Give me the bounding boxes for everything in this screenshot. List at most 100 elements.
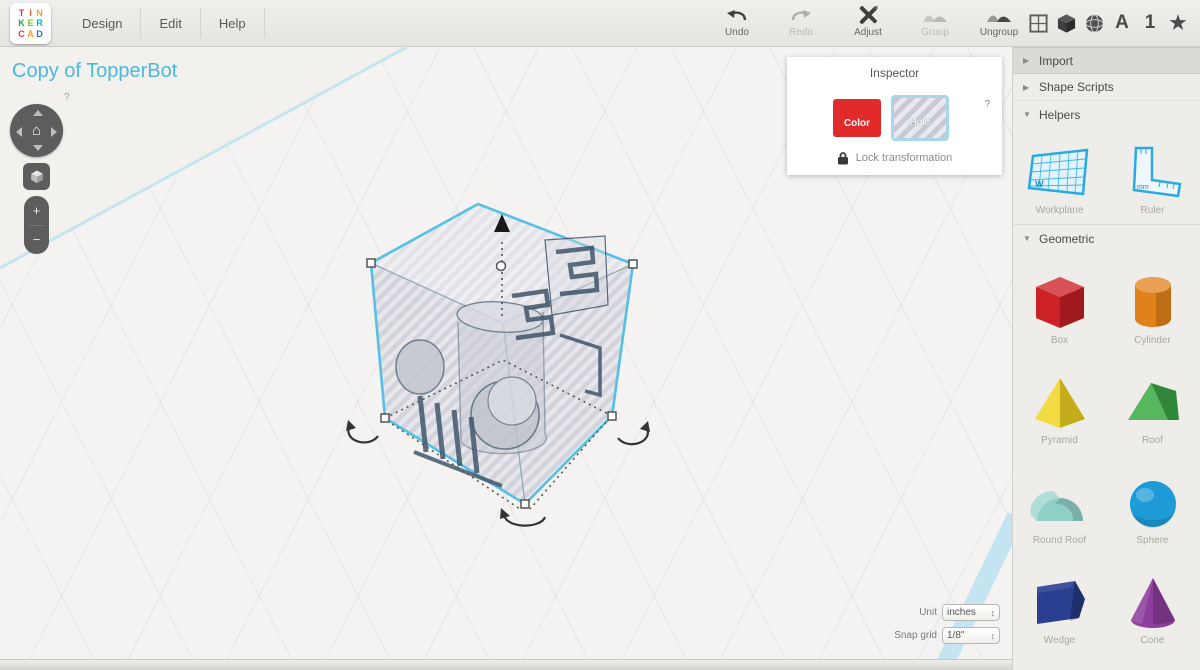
unit-value: inches [947, 607, 976, 618]
rotate-right-arrow[interactable] [51, 127, 57, 137]
section-label: Import [1039, 54, 1073, 68]
adjust-label: Adjust [854, 27, 882, 38]
inspector-panel: Inspector Color Hole ? Lock transformati… [787, 57, 1002, 175]
logo-letter: A [26, 29, 35, 39]
ungroup-icon [986, 4, 1012, 26]
cylinder-shape-icon [1122, 271, 1184, 333]
pattern-sphere-icon[interactable] [1082, 11, 1106, 35]
zoom-out-button[interactable]: − [24, 226, 49, 255]
shapes-sidebar: ▶ Import ▶ Shape Scripts ▼ Helpers [1012, 47, 1200, 670]
adjust-button[interactable]: Adjust [840, 4, 896, 44]
helper-label: Ruler [1141, 205, 1165, 216]
shape-label: Pyramid [1041, 435, 1078, 446]
logo-letter: C [17, 29, 26, 39]
adjust-icon [856, 4, 880, 26]
color-swatch-button[interactable]: Color [833, 99, 881, 137]
shape-round-roof[interactable]: Round Roof [1013, 452, 1106, 552]
group-icon [922, 4, 948, 26]
chevron-right-icon: ▶ [1023, 56, 1031, 65]
shape-wedge[interactable]: Wedge [1013, 552, 1106, 652]
logo-letter: T [17, 8, 26, 18]
top-menubar: T I N K E R C A D Design Edit Help [0, 0, 1200, 47]
shape-label: Cone [1141, 635, 1165, 646]
shape-box[interactable]: Box [1013, 252, 1106, 352]
hole-swatch-button-selected[interactable]: Hole [891, 95, 949, 141]
group-label: Group [921, 27, 949, 38]
section-header-helpers[interactable]: ▼ Helpers [1013, 101, 1200, 128]
geometric-shapes-grid: Box Cylinder Pyramid [1013, 252, 1200, 652]
lock-transformation-row[interactable]: Lock transformation [787, 151, 1002, 165]
shape-roof[interactable]: Roof [1106, 352, 1199, 452]
shape-label: Sphere [1136, 535, 1168, 546]
select-caret-icon: ↕ [991, 608, 996, 618]
menu-separator [264, 8, 265, 38]
unit-label: Unit [919, 607, 937, 618]
zoom-in-button[interactable]: + [24, 196, 49, 225]
chevron-down-icon: ▼ [1023, 234, 1031, 243]
ungroup-button[interactable]: Ungroup [974, 4, 1024, 44]
redo-button[interactable]: Redo [776, 4, 826, 44]
group-button[interactable]: Group [910, 4, 960, 44]
text-shapes-icon[interactable]: A [1110, 11, 1134, 35]
solid-shapes-cube-icon[interactable] [1054, 11, 1078, 35]
svg-text:W: W [1035, 179, 1044, 189]
view-navigation-pad[interactable]: ⌂ [10, 104, 63, 157]
shape-label: Round Roof [1033, 535, 1086, 546]
logo-letter: K [17, 18, 26, 28]
shape-cylinder[interactable]: Cylinder [1106, 252, 1199, 352]
rotate-down-arrow[interactable] [33, 145, 43, 151]
menu-help[interactable]: Help [201, 0, 264, 46]
wedge-shape-icon [1029, 571, 1091, 633]
unit-select[interactable]: inches ↕ [942, 604, 1000, 621]
sphere-shape-icon [1122, 471, 1184, 533]
shape-label: Box [1051, 335, 1068, 346]
shape-cone[interactable]: Cone [1106, 552, 1199, 652]
section-header-import[interactable]: ▶ Import [1013, 47, 1200, 74]
ruler-icon: mm [1122, 144, 1184, 202]
lock-icon [837, 151, 849, 165]
fit-view-cube-icon [29, 169, 45, 185]
pyramid-shape-icon [1029, 371, 1091, 433]
menu-edit[interactable]: Edit [141, 0, 199, 46]
canvas-bottom-edge [0, 659, 1012, 670]
section-header-geometric[interactable]: ▼ Geometric [1013, 225, 1200, 252]
box-shape-icon [1029, 271, 1091, 333]
menu-design[interactable]: Design [64, 0, 140, 46]
tinkercad-logo[interactable]: T I N K E R C A D [10, 3, 51, 44]
snap-grid-select[interactable]: 1/8" ↕ [942, 627, 1000, 644]
design-title[interactable]: Copy of TopperBot [12, 60, 177, 83]
chevron-right-icon: ▶ [1023, 83, 1031, 92]
roof-shape-icon [1122, 371, 1184, 433]
shape-pyramid[interactable]: Pyramid [1013, 352, 1106, 452]
undo-icon [725, 4, 749, 26]
section-label: Geometric [1039, 232, 1094, 246]
fit-view-button[interactable] [23, 163, 50, 190]
inspector-help-glyph[interactable]: ? [984, 99, 990, 110]
cone-shape-icon [1122, 571, 1184, 633]
snap-grid-value: 1/8" [947, 630, 964, 641]
number-shapes-icon[interactable]: 1 [1138, 11, 1162, 35]
favorites-star-icon[interactable]: ★ [1166, 11, 1190, 35]
section-header-shape-scripts[interactable]: ▶ Shape Scripts [1013, 74, 1200, 101]
logo-letter: N [35, 8, 44, 18]
inspector-title: Inspector [787, 57, 1002, 80]
undo-button[interactable]: Undo [712, 4, 762, 44]
shape-sphere[interactable]: Sphere [1106, 452, 1199, 552]
menu-row: Design Edit Help [64, 0, 265, 46]
shape-label: Cylinder [1134, 335, 1171, 346]
helper-workplane[interactable]: W Workplane [1013, 128, 1106, 220]
workplane-grid-icon[interactable] [1026, 11, 1050, 35]
rotate-up-arrow[interactable] [33, 110, 43, 116]
helper-ruler[interactable]: mm Ruler [1106, 128, 1199, 220]
rotate-left-arrow[interactable] [16, 127, 22, 137]
snap-grid-label: Snap grid [894, 630, 937, 641]
redo-label: Redo [789, 27, 813, 38]
tinkercad-app: T I N K E R C A D Design Edit Help [0, 0, 1200, 670]
ungroup-label: Ungroup [980, 27, 1018, 38]
home-view-icon[interactable]: ⌂ [32, 121, 41, 138]
nav-help-glyph[interactable]: ? [64, 92, 70, 103]
helpers-shelf: W Workplane mm Ruler [1013, 128, 1200, 220]
shape-label: Roof [1142, 435, 1163, 446]
logo-letter: R [35, 18, 44, 28]
redo-icon [789, 4, 813, 26]
